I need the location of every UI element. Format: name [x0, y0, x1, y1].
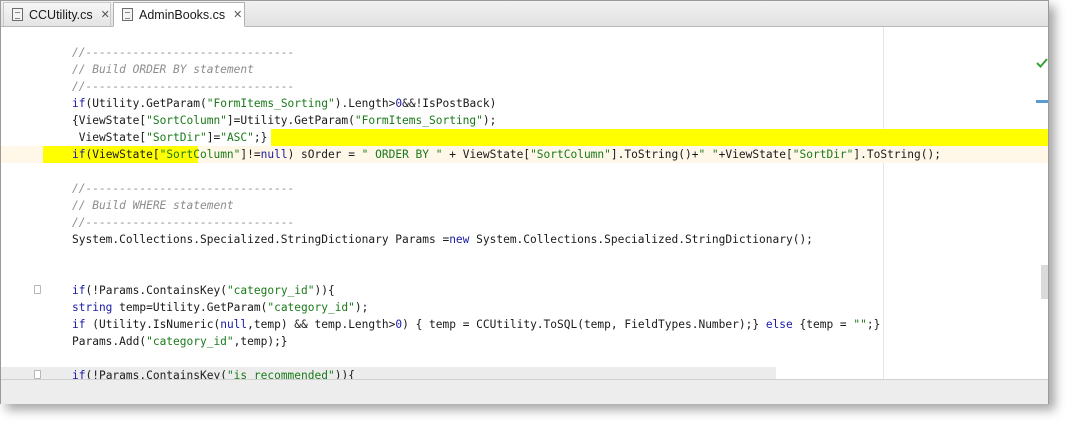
code-text: Params.Add("category_id",temp);}	[72, 335, 288, 348]
editor-window: CCUtility.cs ✕ AdminBooks.cs ✕ //-------…	[0, 0, 1049, 404]
tab-label: AdminBooks.cs	[139, 7, 226, 22]
selection-highlight	[271, 129, 1048, 146]
code-text: if(Utility.GetParam("FormItems_Sorting")…	[72, 97, 497, 110]
fold-toggle-icon[interactable]	[34, 285, 41, 294]
code-line: Params.Add("category_id",temp);}	[1, 333, 1048, 350]
code-text: // Build WHERE statement	[72, 199, 234, 212]
code-line: // Build WHERE statement	[1, 197, 1048, 214]
close-icon[interactable]: ✕	[101, 8, 110, 21]
code-line: if(ViewState["SortColumn"]!=null) sOrder…	[1, 146, 1048, 163]
code-editor[interactable]: //------------------------------- // Buil…	[1, 27, 1048, 379]
code-line: //-------------------------------	[1, 78, 1048, 95]
status-bar	[1, 379, 1048, 404]
tab-ccutility[interactable]: CCUtility.cs ✕	[3, 2, 111, 26]
code-text: //-------------------------------	[72, 80, 295, 93]
code-line: if(!Params.ContainsKey("category_id")){	[1, 282, 1048, 299]
code-text: // Build ORDER BY statement	[72, 63, 254, 76]
code-text: if (Utility.IsNumeric(null,temp) && temp…	[72, 318, 881, 331]
vertical-scrollbar-thumb[interactable]	[1041, 265, 1048, 299]
code-text: //-------------------------------	[72, 216, 295, 229]
code-text: //-------------------------------	[72, 182, 295, 195]
code-line: if (Utility.IsNumeric(null,temp) && temp…	[1, 316, 1048, 333]
file-icon	[122, 8, 133, 21]
code-text: {ViewState["SortColumn"]=Utility.GetPara…	[72, 114, 497, 127]
code-text: string temp=Utility.GetParam("category_i…	[72, 301, 369, 314]
check-icon	[1036, 58, 1048, 68]
file-icon	[12, 8, 23, 21]
code-text: ViewState["SortDir"]="ASC";}	[72, 131, 268, 144]
code-line: if(Utility.GetParam("FormItems_Sorting")…	[1, 95, 1048, 112]
tab-bar: CCUtility.cs ✕ AdminBooks.cs ✕	[1, 1, 1048, 27]
code-line: string temp=Utility.GetParam("category_i…	[1, 299, 1048, 316]
code-text: System.Collections.Specialized.StringDic…	[72, 233, 813, 246]
code-line: //-------------------------------	[1, 44, 1048, 61]
code-line: {ViewState["SortColumn"]=Utility.GetPara…	[1, 112, 1048, 129]
code-line: //-------------------------------	[1, 180, 1048, 197]
tab-adminbooks[interactable]: AdminBooks.cs ✕	[113, 2, 245, 27]
code-text: if(ViewState["SortColumn"]!=null) sOrder…	[72, 148, 941, 161]
scroll-marker	[1036, 100, 1048, 103]
code-line: //-------------------------------	[1, 214, 1048, 231]
code-line: ViewState["SortDir"]="ASC";}	[1, 129, 1048, 146]
code-line: if(!Params.ContainsKey("is_recommended")…	[1, 367, 1048, 379]
code-text: if(!Params.ContainsKey("category_id")){	[72, 284, 335, 297]
code-text: if(!Params.ContainsKey("is_recommended")…	[72, 369, 355, 379]
code-text: //-------------------------------	[72, 46, 295, 59]
code-line: // Build ORDER BY statement	[1, 61, 1048, 78]
close-icon[interactable]: ✕	[233, 8, 242, 21]
code-line: System.Collections.Specialized.StringDic…	[1, 231, 1048, 248]
tab-label: CCUtility.cs	[29, 7, 93, 22]
fold-toggle-icon[interactable]	[34, 370, 41, 379]
